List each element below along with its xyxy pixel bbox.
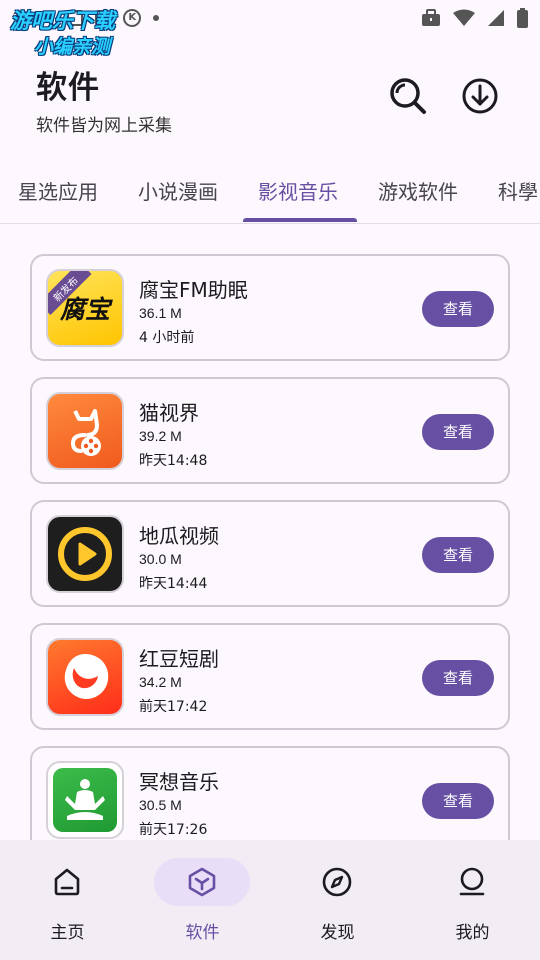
view-button[interactable]: 查看: [422, 783, 494, 819]
wifi-icon: [453, 9, 475, 26]
download-icon: [462, 78, 498, 114]
app-name: 红豆短剧: [139, 647, 219, 671]
briefcase-icon: [422, 9, 440, 26]
bottom-navigation: 主页 软件 发现 我的: [0, 840, 540, 960]
cat-film-icon: [70, 409, 101, 456]
watermark-line-2: 小编亲测: [34, 36, 111, 58]
nav-pill: [154, 858, 250, 906]
nav-label: 我的: [455, 923, 490, 943]
app-size: 39.2 M: [139, 428, 182, 444]
tab-star-apps[interactable]: 星选应用: [18, 176, 98, 205]
list-item[interactable]: 腐宝 新发布 腐宝FM助眠 36.1 M 4 小时前 查看: [30, 254, 510, 361]
tab-novel-comics[interactable]: 小说漫画: [138, 176, 218, 205]
app-update-time: 昨天14:44: [139, 576, 208, 592]
nav-item-home[interactable]: 主页: [0, 840, 135, 960]
nav-item-discover[interactable]: 发现: [270, 840, 405, 960]
app-update-time: 4 小时前: [139, 330, 195, 346]
list-item[interactable]: 地瓜视频 30.0 M 昨天14:44 查看: [30, 500, 510, 607]
app-name: 猫视界: [139, 401, 199, 425]
notification-dot-icon: [153, 15, 160, 21]
meditation-icon-bg: [53, 768, 117, 832]
app-name: 冥想音乐: [139, 770, 219, 794]
app-update-time: 前天17:42: [139, 699, 208, 715]
tab-game-software[interactable]: 游戏软件: [378, 176, 458, 205]
play-circle-icon: [58, 527, 112, 581]
view-button[interactable]: 查看: [422, 291, 494, 327]
app-size: 30.0 M: [139, 551, 182, 567]
nav-pill: [19, 858, 115, 906]
watermark: 游吧乐下载 小编亲测: [10, 8, 150, 60]
app-list: 腐宝 新发布 腐宝FM助眠 36.1 M 4 小时前 查看 猫视界 39.2 M…: [0, 224, 540, 840]
app-icon-meditation-music: [46, 761, 124, 839]
download-button[interactable]: [458, 74, 502, 118]
app-icon-digua-video: [46, 515, 124, 593]
app-icon-cat-vision: [46, 392, 124, 470]
category-tabs: 星选应用 小说漫画 影视音乐 游戏软件 科學: [0, 160, 540, 224]
cube-icon: [188, 867, 216, 897]
app-name: 腐宝FM助眠: [139, 278, 248, 302]
view-button[interactable]: 查看: [422, 660, 494, 696]
view-button[interactable]: 查看: [422, 537, 494, 573]
search-icon: [390, 78, 426, 114]
list-item[interactable]: 冥想音乐 30.5 M 前天17:26 查看: [30, 746, 510, 840]
person-icon: [459, 867, 485, 896]
list-item[interactable]: 猫视界 39.2 M 昨天14:48 查看: [30, 377, 510, 484]
signal-icon: [488, 10, 504, 26]
list-item[interactable]: 红豆短剧 34.2 M 前天17:42 查看: [30, 623, 510, 730]
battery-icon: [517, 8, 528, 28]
nav-item-software[interactable]: 软件: [135, 840, 270, 960]
app-size: 30.5 M: [139, 797, 182, 813]
app-update-time: 昨天14:48: [139, 453, 208, 469]
nav-label: 发现: [320, 923, 355, 943]
page-title: 软件: [36, 70, 100, 106]
tab-video-music[interactable]: 影视音乐: [258, 176, 338, 205]
nav-label: 软件: [185, 923, 220, 943]
watermark-line-1: 游吧乐下载: [10, 9, 115, 33]
page-header: 软件 软件皆为网上采集: [36, 62, 172, 136]
meditation-icon: [65, 779, 105, 820]
nav-pill: [289, 858, 385, 906]
view-button[interactable]: 查看: [422, 414, 494, 450]
app-name: 地瓜视频: [139, 524, 219, 548]
nav-pill: [424, 858, 520, 906]
compass-icon: [322, 867, 352, 897]
status-system-icons: [421, 8, 528, 28]
nav-label: 主页: [50, 923, 85, 943]
app-size: 36.1 M: [139, 305, 182, 321]
home-icon: [54, 868, 80, 896]
app-size: 34.2 M: [139, 674, 182, 690]
bean-play-icon: [64, 654, 109, 700]
app-update-time: 前天17:26: [139, 822, 208, 838]
app-icon-red-bean: [46, 638, 124, 716]
app-icon-fubao: 腐宝 新发布: [46, 269, 124, 347]
nav-item-mine[interactable]: 我的: [405, 840, 540, 960]
tab-science[interactable]: 科學: [498, 176, 538, 205]
search-button[interactable]: [386, 74, 430, 118]
page-subtitle: 软件皆为网上采集: [36, 116, 172, 136]
tab-indicator: [243, 218, 357, 222]
